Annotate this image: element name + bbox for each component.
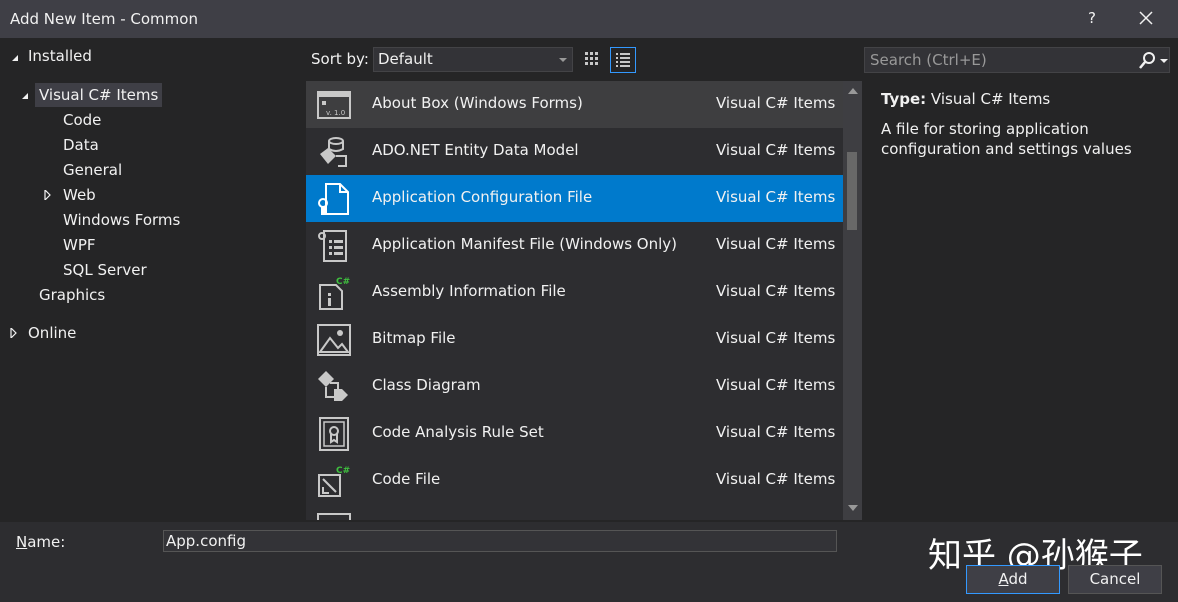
list-item[interactable]: v. 1.0 About Box (Windows Forms) Visual … bbox=[306, 81, 843, 128]
list-item[interactable]: Code Analysis Rule Set Visual C# Items bbox=[306, 410, 843, 457]
search-box[interactable]: Search (Ctrl+E) bbox=[864, 47, 1170, 73]
class-diagram-icon bbox=[318, 371, 348, 401]
list-item[interactable]: ADO.NET Entity Data Model Visual C# Item… bbox=[306, 128, 843, 175]
footer: Name: 知乎 @孙猴子 Add Cancel bbox=[0, 522, 1178, 602]
item-name: Application Configuration File bbox=[372, 188, 593, 206]
tree-node-web[interactable]: Web bbox=[63, 183, 96, 207]
medium-icons-view-button[interactable] bbox=[580, 47, 606, 73]
svg-text:C#: C# bbox=[336, 277, 350, 287]
type-label: Type: bbox=[881, 90, 927, 108]
item-category: Visual C# Items bbox=[716, 235, 836, 253]
item-category: Visual C# Items bbox=[716, 376, 836, 394]
item-category: Visual C# Items bbox=[716, 329, 836, 347]
item-name: Code Analysis Rule Set bbox=[372, 423, 544, 441]
rule-set-icon bbox=[319, 417, 349, 451]
add-button[interactable]: Add bbox=[966, 565, 1060, 594]
sort-label: Sort by: bbox=[311, 50, 369, 68]
list-item[interactable]: C# Code File Visual C# Items bbox=[306, 457, 843, 504]
name-label: Name: bbox=[16, 533, 66, 551]
tree-node-data[interactable]: Data bbox=[63, 133, 99, 157]
code-file-icon: C# bbox=[318, 466, 350, 497]
item-name: Application Manifest File (Windows Only) bbox=[372, 235, 678, 253]
sort-value: Default bbox=[378, 50, 433, 68]
list-item[interactable]: Application Manifest File (Windows Only)… bbox=[306, 222, 843, 269]
tree-node-windows-forms[interactable]: Windows Forms bbox=[63, 208, 180, 232]
list-item[interactable]: Bitmap File Visual C# Items bbox=[306, 316, 843, 363]
tree-node-wpf[interactable]: WPF bbox=[63, 233, 96, 257]
item-category: Visual C# Items bbox=[716, 470, 836, 488]
item-name: Bitmap File bbox=[372, 329, 456, 347]
item-category: Visual C# Items bbox=[716, 423, 836, 441]
item-name: About Box (Windows Forms) bbox=[372, 94, 583, 112]
list-item[interactable]: C# Assembly Information File Visual C# I… bbox=[306, 269, 843, 316]
dialog-body: Installed Visual C# Items Code Data Gene… bbox=[0, 38, 1178, 522]
tree-node-online[interactable]: Online bbox=[28, 321, 76, 345]
tree-node-general[interactable]: General bbox=[63, 158, 122, 182]
tree-node-installed[interactable]: Installed bbox=[28, 44, 92, 68]
cancel-button[interactable]: Cancel bbox=[1068, 565, 1162, 594]
list-scrollbar[interactable] bbox=[843, 81, 862, 520]
list-item-partial[interactable] bbox=[306, 504, 843, 520]
window-title: Add New Item - Common bbox=[10, 10, 198, 28]
scroll-thumb[interactable] bbox=[847, 152, 857, 230]
name-input[interactable] bbox=[163, 530, 837, 552]
item-category: Visual C# Items bbox=[716, 141, 836, 159]
entity-model-icon bbox=[320, 137, 347, 167]
about-box-icon: v. 1.0 bbox=[317, 91, 351, 119]
chevron-down-icon bbox=[559, 58, 567, 62]
manifest-icon bbox=[318, 230, 347, 262]
svg-text:v. 1.0: v. 1.0 bbox=[326, 109, 345, 117]
tree-node-code[interactable]: Code bbox=[63, 108, 101, 132]
bitmap-icon bbox=[317, 324, 351, 356]
sort-select[interactable]: Default bbox=[373, 47, 573, 72]
partial-item-icon bbox=[317, 513, 351, 520]
template-list: v. 1.0 About Box (Windows Forms) Visual … bbox=[306, 81, 843, 520]
search-placeholder: Search (Ctrl+E) bbox=[870, 51, 987, 69]
item-name: Code File bbox=[372, 470, 441, 488]
item-category: Visual C# Items bbox=[716, 94, 836, 112]
title-bar: Add New Item - Common ? bbox=[0, 0, 1178, 38]
tree-node-visual-csharp-items[interactable]: Visual C# Items bbox=[35, 83, 163, 107]
grid-view-icon bbox=[585, 52, 598, 65]
tree-node-graphics[interactable]: Graphics bbox=[39, 283, 105, 307]
expanded-arrow-icon[interactable] bbox=[20, 91, 30, 101]
scroll-up-icon[interactable] bbox=[848, 88, 858, 94]
help-button[interactable]: ? bbox=[1084, 9, 1100, 27]
search-options-chevron-icon[interactable] bbox=[1160, 59, 1168, 63]
item-name: Class Diagram bbox=[372, 376, 481, 394]
collapsed-arrow-icon[interactable] bbox=[43, 190, 53, 200]
close-icon bbox=[1139, 11, 1153, 25]
type-value: Visual C# Items bbox=[930, 90, 1051, 108]
item-type: Type: Visual C# Items bbox=[881, 90, 1050, 108]
expanded-arrow-icon[interactable] bbox=[10, 53, 20, 63]
list-item[interactable]: Class Diagram Visual C# Items bbox=[306, 363, 843, 410]
template-tree: Installed Visual C# Items Code Data Gene… bbox=[0, 38, 300, 522]
collapsed-arrow-icon[interactable] bbox=[9, 328, 19, 338]
config-file-icon bbox=[318, 183, 349, 215]
item-name: ADO.NET Entity Data Model bbox=[372, 141, 579, 159]
scroll-down-icon[interactable] bbox=[848, 505, 858, 511]
search-icon[interactable] bbox=[1137, 51, 1157, 71]
svg-text:C#: C# bbox=[336, 466, 350, 476]
list-item-selected[interactable]: Application Configuration File Visual C#… bbox=[306, 175, 843, 222]
item-name: Assembly Information File bbox=[372, 282, 566, 300]
close-button[interactable] bbox=[1132, 6, 1160, 32]
list-view-icon bbox=[616, 53, 630, 67]
item-category: Visual C# Items bbox=[716, 282, 836, 300]
list-view-button[interactable] bbox=[610, 47, 636, 73]
assembly-info-icon: C# bbox=[319, 277, 350, 310]
tree-node-sql-server[interactable]: SQL Server bbox=[63, 258, 147, 282]
item-category: Visual C# Items bbox=[716, 188, 836, 206]
item-description: A file for storing application configura… bbox=[881, 120, 1132, 158]
